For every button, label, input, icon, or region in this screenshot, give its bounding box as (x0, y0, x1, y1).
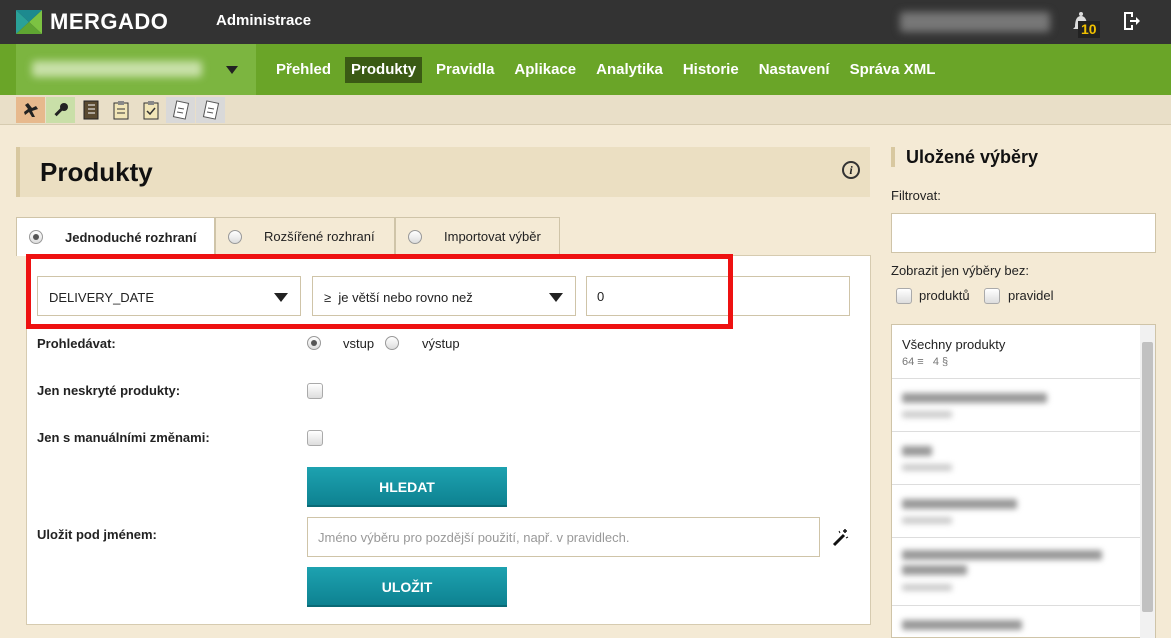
nav-aplikace[interactable]: Aplikace (508, 57, 582, 83)
tab-radio-icon (408, 229, 422, 244)
list-item[interactable] (892, 379, 1140, 432)
nav-nastaveni[interactable]: Nastavení (753, 57, 836, 83)
list-item-meta: 64 ≡ 4 § (902, 356, 949, 368)
search-button[interactable]: HLEDAT (307, 467, 507, 507)
page-header: Produkty i (16, 147, 870, 197)
tab-label: Importovat výběr (444, 229, 541, 244)
notebook-icon[interactable] (76, 97, 105, 123)
tab-radio-icon (29, 230, 43, 244)
list-item[interactable] (892, 606, 1140, 637)
highlight-box (26, 254, 733, 329)
save-name-input[interactable] (307, 517, 820, 557)
caret-down-icon (226, 66, 238, 74)
tab-label: Rozšířené rozhraní (264, 229, 375, 244)
radio-input[interactable] (307, 336, 321, 350)
clipboard-check-icon[interactable] (136, 97, 165, 123)
nav-pravidla[interactable]: Pravidla (430, 57, 500, 83)
sidebar-title: Uložené výběry (891, 147, 1038, 167)
sidebar-filter-input[interactable] (891, 213, 1156, 253)
tab-advanced[interactable]: Rozšířené rozhraní (215, 217, 395, 255)
logout-icon[interactable] (1122, 11, 1140, 31)
sidebar-filter-label: Filtrovat: (891, 188, 941, 203)
search-in-label: Prohledávat: (37, 336, 116, 351)
list-item[interactable] (892, 538, 1140, 606)
save-button[interactable]: ULOŽIT (307, 567, 507, 607)
nav-produkty[interactable]: Produkty (345, 57, 423, 83)
brand-name: MERGADO (50, 9, 169, 34)
tab-simple[interactable]: Jednoduché rozhraní (16, 217, 215, 256)
clipboard-icon[interactable] (106, 97, 135, 123)
manual-changes-checkbox[interactable] (307, 430, 323, 446)
list-item[interactable]: Všechny produkty 64 ≡ 4 § (892, 325, 1140, 379)
radio-input-label: vstup (343, 336, 375, 351)
tab-import[interactable]: Importovat výběr (395, 217, 560, 255)
wrench-icon[interactable] (46, 97, 75, 123)
sidebar-show-label: Zobrazit jen výběry bez: (891, 263, 1030, 278)
note-alt-icon[interactable] (196, 97, 225, 123)
list-item[interactable] (892, 485, 1140, 538)
tab-radio-icon (228, 229, 242, 244)
tools-icon[interactable] (16, 97, 45, 123)
hidden-products-checkbox[interactable] (307, 383, 323, 399)
user-name[interactable] (900, 12, 1050, 32)
info-icon[interactable]: i (842, 161, 860, 179)
logo[interactable]: MERGADO (16, 9, 168, 35)
radio-output-label: výstup (422, 336, 460, 351)
nav-historie[interactable]: Historie (677, 57, 745, 83)
note-icon[interactable] (166, 97, 195, 123)
nav-prehled[interactable]: Přehled (270, 57, 337, 83)
shop-selector[interactable] (16, 44, 256, 95)
no-products-label: produktů (919, 288, 970, 303)
mergado-logo-icon (16, 10, 42, 34)
no-products-checkbox[interactable] (896, 288, 912, 304)
manual-changes-label: Jen s manuálními změnami: (37, 430, 210, 445)
radio-output[interactable] (385, 336, 399, 350)
nav-analytika[interactable]: Analytika (590, 57, 669, 83)
shop-name (32, 61, 202, 77)
saved-selections-list: Všechny produkty 64 ≡ 4 § (891, 324, 1156, 638)
hidden-products-label: Jen neskryté produkty: (37, 383, 181, 398)
page-title: Produkty (40, 157, 153, 187)
save-name-label: Uložit pod jménem: (37, 527, 157, 542)
tab-label: Jednoduché rozhraní (65, 229, 197, 245)
list-item[interactable] (892, 432, 1140, 485)
no-rules-label: pravidel (1008, 288, 1054, 303)
section-title[interactable]: Administrace (216, 12, 311, 29)
nav-sprava-xml[interactable]: Správa XML (844, 57, 942, 83)
no-rules-checkbox[interactable] (984, 288, 1000, 304)
top-bar: MERGADO Administrace 10 (0, 0, 1171, 44)
main-nav: Přehled Produkty Pravidla Aplikace Analy… (270, 57, 949, 83)
list-item-title: Všechny produkty (902, 337, 1006, 352)
magic-wand-icon[interactable] (830, 528, 850, 548)
notification-count: 10 (1078, 21, 1100, 38)
sidebar-scrollbar-thumb[interactable] (1142, 342, 1153, 612)
